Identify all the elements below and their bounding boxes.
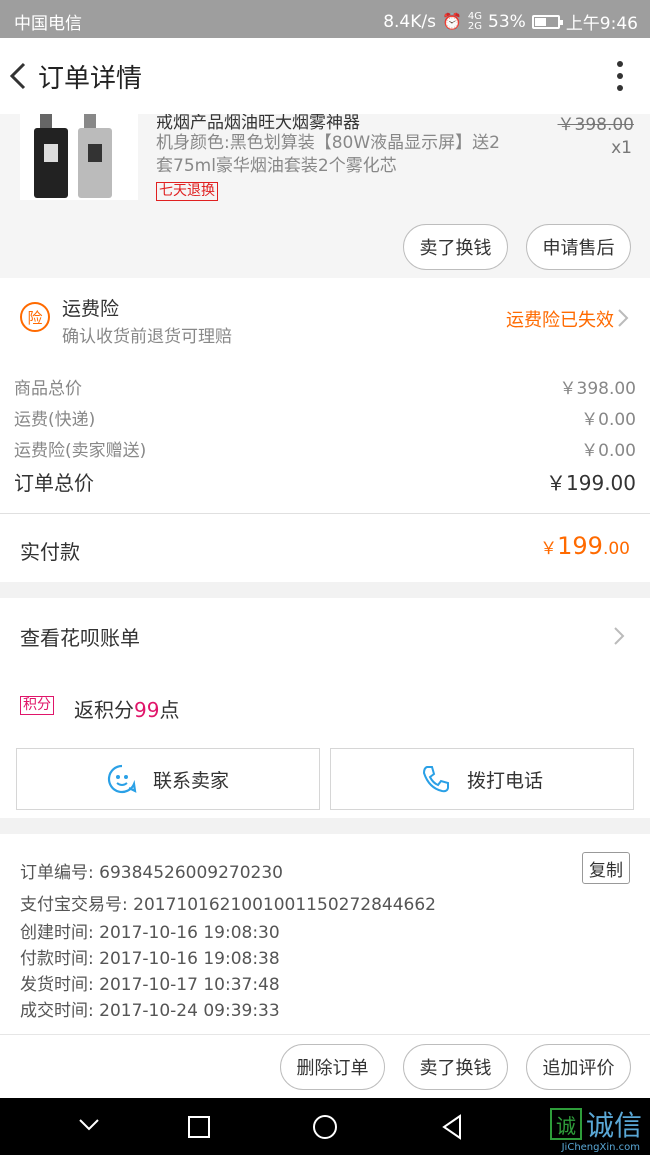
after-sale-button[interactable]: 申请售后 — [526, 224, 631, 270]
signal-icon: 4G 2G — [467, 10, 483, 32]
recent-apps-icon[interactable] — [187, 1115, 211, 1139]
price-row-label: 商品总价 — [14, 379, 82, 399]
contact-row: 联系卖家 拨打电话 — [0, 740, 650, 818]
watermark-text: 诚信 — [585, 1109, 642, 1142]
battery-percent: 53% — [488, 11, 526, 32]
alipay-trade-number: 支付宝交易号: 2017101621001001150272844662 — [20, 895, 436, 915]
clock: 上午9:46 — [565, 14, 638, 34]
insurance-subtitle: 确认收货前退货可理赔 — [62, 327, 232, 347]
price-row-value: ￥0.00 — [581, 410, 636, 430]
product-original-price: ￥398.00 — [557, 115, 634, 135]
back-arrow-icon[interactable] — [4, 56, 34, 96]
price-row-value: ￥0.00 — [581, 441, 636, 461]
call-phone-button[interactable]: 拨打电话 — [330, 748, 634, 810]
chevron-right-icon — [618, 309, 629, 327]
status-bar: 中国电信 8.4K/s ⏰ 4G 2G 53% 上午9:46 — [0, 0, 650, 38]
price-row-label: 运费险(卖家赠送) — [14, 441, 147, 461]
completed-time: 成交时间: 2017-10-24 09:39:33 — [20, 1001, 280, 1021]
contact-seller-label: 联系卖家 — [152, 769, 229, 792]
home-icon[interactable] — [312, 1114, 338, 1140]
points-prefix: 返积分 — [74, 698, 134, 722]
product-image[interactable] — [20, 114, 138, 200]
product-title: 戒烟产品烟油旺大烟雾神器 — [156, 114, 360, 133]
product-card[interactable]: 戒烟产品烟油旺大烟雾神器 机身颜色:黑色划算装【80W液晶显示屏】送2套75ml… — [0, 114, 650, 278]
amount-integer: 199 — [557, 532, 603, 560]
huabei-bill-row[interactable]: 查看花呗账单 — [0, 598, 650, 674]
paid-time: 付款时间: 2017-10-16 19:08:38 — [20, 949, 280, 969]
page-title: 订单详情 — [38, 64, 143, 94]
watermark-icon: 诚 — [549, 1108, 582, 1140]
alarm-icon: ⏰ — [441, 12, 462, 31]
insurance-icon: 险 — [20, 302, 50, 332]
insurance-title: 运费险 — [62, 298, 120, 320]
app-header: 订单详情 — [0, 38, 650, 114]
amount-decimal: .00 — [602, 539, 630, 559]
order-info-section: 订单编号: 69384526009270230 复制 支付宝交易号: 20171… — [0, 834, 650, 1034]
product-quantity: x1 — [611, 138, 632, 158]
system-nav-bar: 诚 诚信 JiChengXin.com — [0, 1098, 650, 1155]
watermark-logo: 诚 诚信 JiChengXin.com — [549, 1104, 642, 1153]
contact-seller-button[interactable]: 联系卖家 — [16, 748, 320, 810]
shipped-time: 发货时间: 2017-10-17 10:37:48 — [20, 975, 280, 995]
carrier-label: 中国电信 — [14, 14, 82, 34]
delete-order-button[interactable]: 删除订单 — [280, 1044, 385, 1090]
add-review-button[interactable]: 追加评价 — [526, 1044, 631, 1090]
chevron-down-icon[interactable] — [78, 1118, 100, 1132]
points-suffix: 点 — [159, 698, 180, 722]
points-number: 99 — [134, 698, 160, 722]
insurance-status: 运费险已失效 — [506, 310, 614, 331]
points-text: 返积分99点 — [74, 694, 179, 723]
amount-paid-label: 实付款 — [20, 540, 80, 564]
chat-icon — [107, 764, 137, 794]
sell-for-cash-button[interactable]: 卖了换钱 — [403, 1044, 508, 1090]
price-row-label: 运费(快递) — [14, 410, 96, 430]
watermark-subtext: JiChengXin.com — [561, 1142, 640, 1153]
points-reward-row: 积分 返积分99点 — [0, 674, 650, 740]
price-row-value: ￥398.00 — [559, 379, 636, 399]
created-time: 创建时间: 2017-10-16 19:08:30 — [20, 923, 280, 943]
amount-paid-value: ￥199.00 — [540, 532, 630, 560]
net-speed: 8.4K/s — [383, 11, 436, 32]
call-phone-label: 拨打电话 — [466, 769, 543, 792]
copy-button[interactable]: 复制 — [582, 852, 630, 884]
price-summary: 商品总价 ￥398.00 运费(快递) ￥0.00 运费险(卖家赠送) ￥0.0… — [0, 360, 650, 514]
more-menu-icon[interactable] — [616, 60, 624, 92]
product-spec: 机身颜色:黑色划算装【80W液晶显示屏】送2套75ml豪华烟油套装2个雾化芯 — [156, 133, 500, 176]
order-total-label: 订单总价 — [14, 471, 94, 495]
huabei-bill-label: 查看花呗账单 — [20, 626, 140, 650]
currency-symbol: ￥ — [540, 539, 558, 559]
status-icons: 8.4K/s ⏰ 4G 2G 53% 上午9:46 — [383, 9, 638, 34]
sell-for-cash-button[interactable]: 卖了换钱 — [403, 224, 508, 270]
order-number: 订单编号: 69384526009270230 — [20, 863, 284, 883]
battery-icon — [531, 14, 563, 29]
bottom-action-bar: 删除订单 卖了换钱 追加评价 — [0, 1034, 650, 1098]
chevron-right-icon — [614, 627, 625, 645]
amount-paid-row: 实付款 ￥199.00 — [0, 514, 650, 582]
back-nav-icon[interactable] — [440, 1114, 464, 1140]
points-tag: 积分 — [20, 696, 54, 715]
phone-icon — [422, 766, 449, 793]
shipping-insurance-row[interactable]: 险 运费险 确认收货前退货可理赔 运费险已失效 — [0, 278, 650, 360]
order-total-value: ￥199.00 — [546, 471, 636, 495]
return-policy-badge: 七天退换 — [156, 182, 218, 201]
